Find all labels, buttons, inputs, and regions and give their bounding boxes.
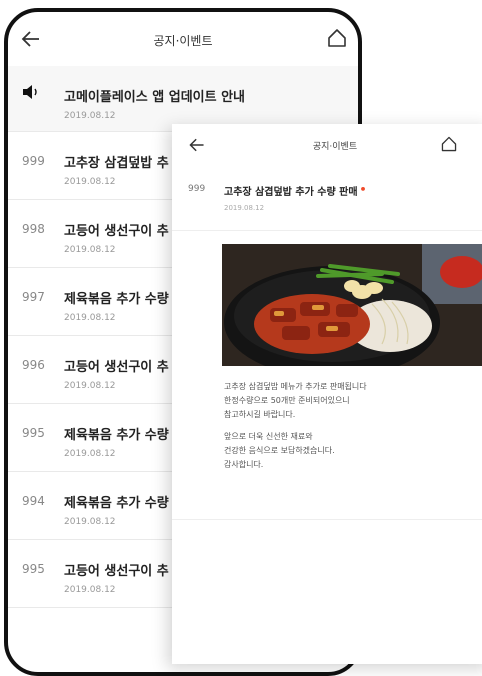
- list-item-title: 제육볶음 추가 수량: [64, 496, 169, 511]
- body-line: 고추장 삼겹덮밥 메뉴가 추가로 판매됩니다: [224, 382, 367, 391]
- list-item-date: 2019.08.12: [64, 381, 116, 391]
- list-item-number: 998: [22, 222, 45, 236]
- list-item-title: 고등어 생선구이 추: [64, 224, 169, 239]
- pinned-notice-row[interactable]: 고메이플레이스 앱 업데이트 안내 2019.08.12: [8, 66, 358, 132]
- detail-header: 공지·이벤트: [172, 124, 482, 166]
- post-title: 고추장 삼겹덮밥 추가 수량 판매 •: [224, 183, 367, 198]
- detail-header-title: 공지·이벤트: [312, 142, 358, 152]
- speaker-icon: [23, 85, 37, 99]
- home-icon[interactable]: [440, 135, 458, 153]
- list-item-number: 994: [22, 494, 45, 508]
- list-item-date: 2019.08.12: [64, 245, 116, 255]
- list-item-date: 2019.08.12: [64, 313, 116, 323]
- home-icon[interactable]: [326, 27, 348, 49]
- list-item-title: 고등어 생선구이 추: [64, 360, 169, 375]
- detail-post-header: 999 고추장 삼겹덮밥 추가 수량 판매 • 2019.08.12: [172, 166, 482, 231]
- list-item-date: 2019.08.12: [64, 585, 116, 595]
- list-item-number: 995: [22, 562, 45, 576]
- new-dot: •: [359, 183, 367, 196]
- notice-detail-panel: 공지·이벤트 999 고추장 삼겹덮밥 추가 수량 판매 • 2019.08.12: [172, 124, 482, 664]
- notice-header: 공지·이벤트: [8, 12, 358, 67]
- list-item-number: 997: [22, 290, 45, 304]
- list-item-title: 고메이플레이스 앱 업데이트 안내: [64, 90, 246, 105]
- list-item-title: 고추장 삼겹덮밥 추: [64, 156, 169, 171]
- body-line: 감사합니다.: [224, 460, 264, 469]
- list-item-date: 2019.08.12: [64, 517, 116, 527]
- body-paragraph-2: 앞으로 더욱 신선한 재료와 건강한 음식으로 보답하겠습니다. 감사합니다.: [224, 430, 474, 472]
- list-item-number: 996: [22, 358, 45, 372]
- list-item-date: 2019.08.12: [64, 449, 116, 459]
- list-item-number: 995: [22, 426, 45, 440]
- body-line: 참고하시길 바랍니다.: [224, 410, 296, 419]
- list-item-title: 고등어 생선구이 추: [64, 564, 169, 579]
- post-date: 2019.08.12: [224, 204, 265, 212]
- post-number: 999: [188, 184, 206, 194]
- post-body: 고추장 삼겹덮밥 메뉴가 추가로 판매됩니다 한정수량으로 50개만 준비되어있…: [224, 380, 474, 480]
- food-image: [222, 244, 482, 366]
- post-title-text: 고추장 삼겹덮밥 추가 수량 판매: [224, 187, 358, 198]
- list-item-date: 2019.08.12: [64, 111, 116, 121]
- list-item-title: 제육볶음 추가 수량: [64, 428, 169, 443]
- list-item-title: 제육볶음 추가 수량: [64, 292, 169, 307]
- body-paragraph-1: 고추장 삼겹덮밥 메뉴가 추가로 판매됩니다 한정수량으로 50개만 준비되어있…: [224, 380, 474, 422]
- body-line: 앞으로 더욱 신선한 재료와: [224, 432, 313, 441]
- body-line: 건강한 음식으로 보답하겠습니다.: [224, 446, 335, 455]
- body-line: 한정수량으로 50개만 준비되어있으니: [224, 396, 350, 405]
- divider: [172, 519, 482, 520]
- list-item-date: 2019.08.12: [64, 177, 116, 187]
- header-title: 공지·이벤트: [153, 34, 213, 48]
- list-item-number: 999: [22, 154, 45, 168]
